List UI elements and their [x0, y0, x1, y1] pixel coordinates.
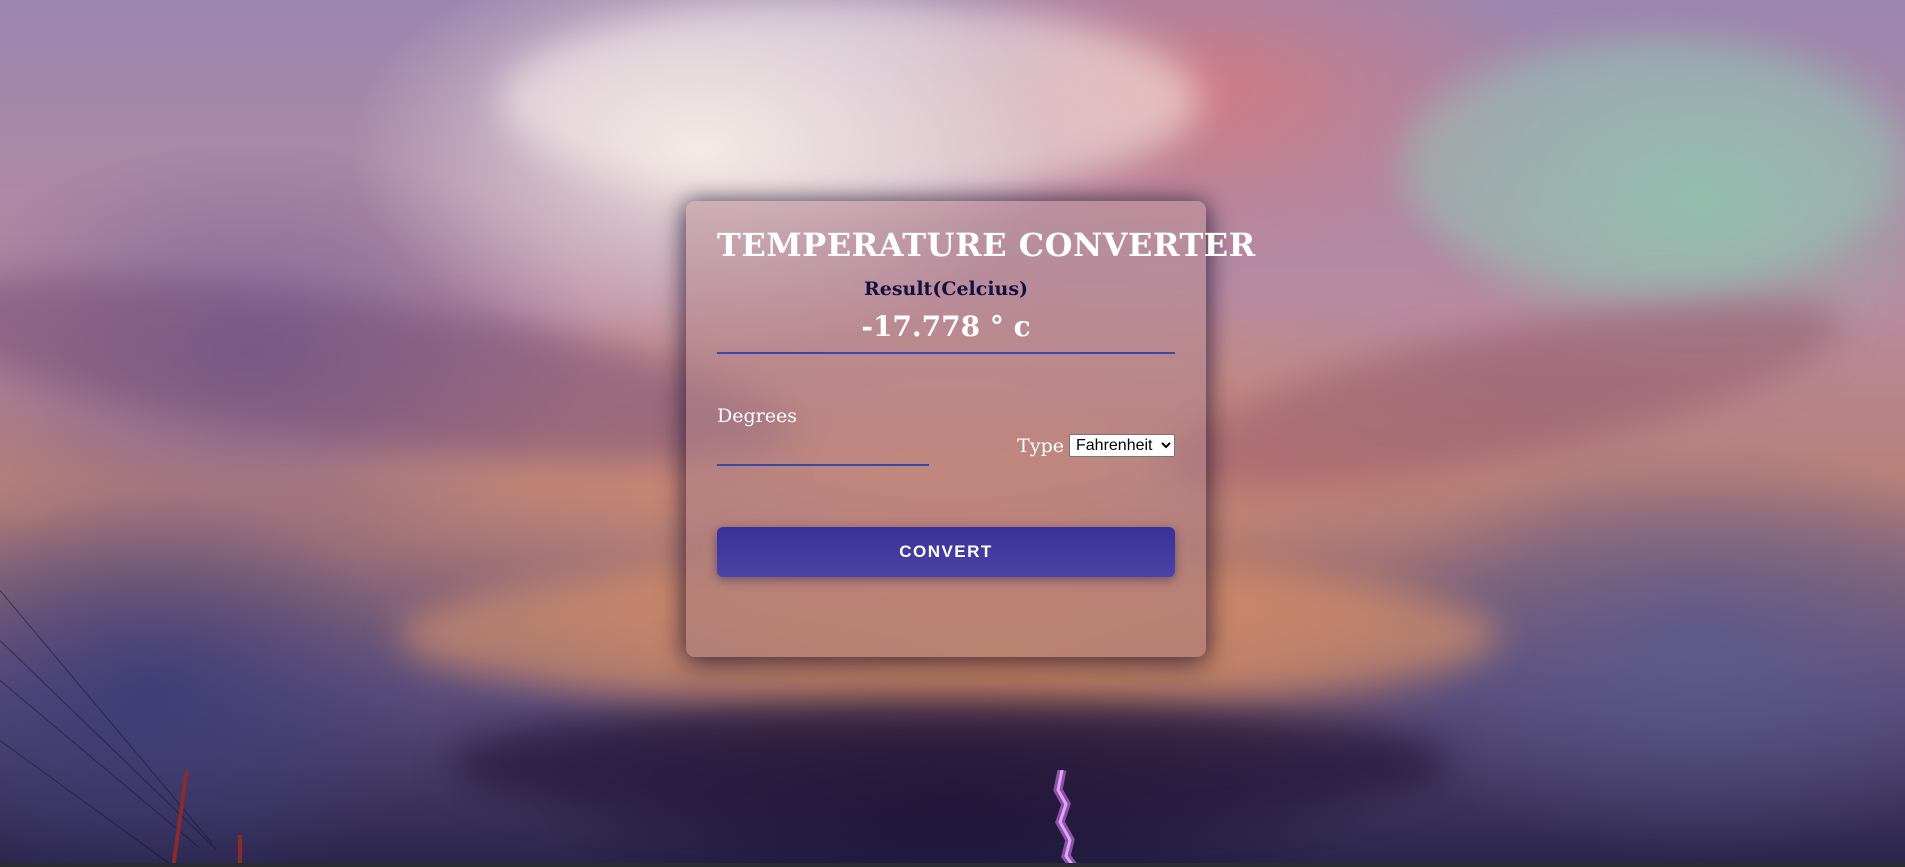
convert-button[interactable]: CONVERT [717, 527, 1175, 577]
converter-card: TEMPERATURE CONVERTER Result(Celcius) -1… [686, 201, 1256, 657]
cloud-band [1400, 40, 1900, 290]
degrees-label: Degrees [717, 405, 797, 427]
bottom-edge-bar [0, 863, 1905, 867]
cloud-band [0, 238, 806, 502]
result-value: -17.778 ° c [861, 310, 1031, 343]
power-line [0, 680, 200, 849]
result-divider [717, 352, 1175, 354]
type-group: Type Fahrenheit [1017, 434, 1175, 457]
utility-pole [171, 770, 189, 867]
degrees-input[interactable] [717, 432, 929, 466]
lightning-bolt [1053, 770, 1078, 867]
power-line [0, 740, 179, 867]
result-label: Result(Celcius) [863, 278, 1029, 300]
cloud-band [450, 700, 1450, 830]
cloud-band [1144, 258, 1856, 532]
type-label: Type [1017, 434, 1064, 457]
type-select[interactable]: Fahrenheit [1069, 434, 1175, 457]
cloud-band [500, 0, 1200, 200]
input-row: Type Fahrenheit [717, 432, 1175, 468]
app-title: TEMPERATURE CONVERTER [717, 226, 1256, 264]
